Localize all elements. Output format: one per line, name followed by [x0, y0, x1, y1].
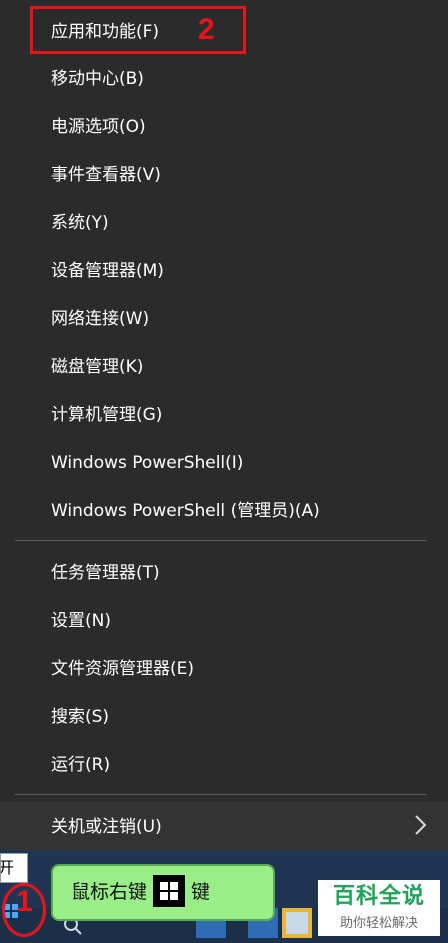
- callout-text-after: 键: [191, 881, 211, 903]
- menu-item-powershell-admin[interactable]: Windows PowerShell (管理员)(A): [51, 499, 320, 523]
- start-tooltip: 开始: [0, 853, 28, 883]
- menu-separator: [15, 540, 427, 541]
- step-number-1: 1: [16, 885, 33, 918]
- menu-item-device-manager[interactable]: 设备管理器(M): [51, 259, 164, 283]
- menu-item-network-connections[interactable]: 网络连接(W): [51, 307, 149, 331]
- menu-item-run[interactable]: 运行(R): [51, 753, 110, 777]
- watermark-logo: 百科全说 助你轻松解决: [318, 880, 440, 936]
- chevron-right-icon: [415, 815, 427, 835]
- menu-item-mobility-center[interactable]: 移动中心(B): [51, 67, 144, 91]
- menu-item-event-viewer[interactable]: 事件查看器(V): [51, 163, 161, 187]
- watermark-subtitle: 助你轻松解决: [339, 916, 418, 931]
- menu-separator: [15, 794, 427, 795]
- menu-item-shutdown[interactable]: 关机或注销(U): [51, 815, 162, 839]
- menu-item-search[interactable]: 搜索(S): [51, 705, 109, 729]
- menu-item-settings[interactable]: 设置(N): [51, 609, 111, 633]
- menu-item-disk-management[interactable]: 磁盘管理(K): [51, 355, 143, 379]
- callout-right-click-win-key: 鼠标右键 键: [51, 864, 275, 921]
- menu-item-file-explorer[interactable]: 文件资源管理器(E): [51, 657, 194, 681]
- winx-context-menu: 应用和功能(F) 移动中心(B) 电源选项(O) 事件查看器(V) 系统(Y) …: [0, 0, 448, 850]
- menu-item-power-options[interactable]: 电源选项(O): [51, 115, 146, 139]
- menu-item-system[interactable]: 系统(Y): [51, 211, 109, 235]
- menu-item-task-manager[interactable]: 任务管理器(T): [51, 561, 160, 585]
- step-number-2: 2: [198, 13, 215, 46]
- watermark-title: 百科全说: [332, 884, 425, 909]
- windows-key-icon: [153, 874, 186, 907]
- callout-text-before: 鼠标右键: [71, 881, 148, 903]
- taskbar-folder-icon[interactable]: [282, 908, 312, 938]
- menu-item-computer-management[interactable]: 计算机管理(G): [51, 403, 162, 427]
- menu-item-powershell[interactable]: Windows PowerShell(I): [51, 451, 243, 475]
